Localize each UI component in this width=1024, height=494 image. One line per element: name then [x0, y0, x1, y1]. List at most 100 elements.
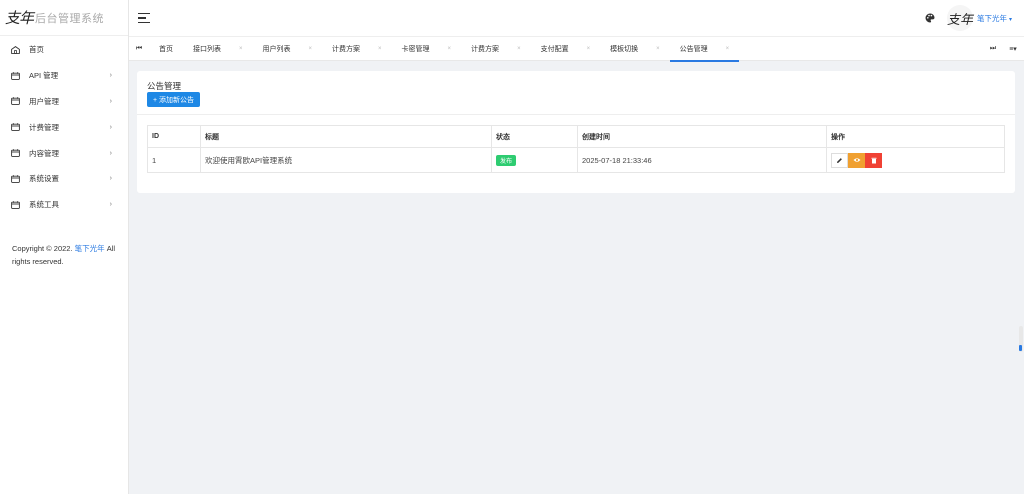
sidebar-item-label: 系统设置	[29, 174, 59, 184]
sidebar-item-1[interactable]: API 管理 ›	[0, 63, 128, 89]
sidebar-item-label: 计费管理	[29, 122, 59, 132]
cell-status: 发布	[491, 147, 578, 173]
close-icon[interactable]: ×	[239, 46, 243, 52]
chevron-right-icon: ›	[109, 175, 112, 183]
add-notice-button[interactable]: + 添加新公告	[147, 92, 201, 107]
sidebar-item-4[interactable]: 内容管理 ›	[0, 140, 128, 166]
page-title: 公告管理	[147, 81, 182, 91]
tab-label: 计费方案	[332, 45, 361, 53]
tab-label: 计费方案	[471, 45, 500, 53]
close-icon[interactable]: ×	[726, 46, 730, 52]
close-icon[interactable]: ×	[517, 46, 521, 52]
tab-1[interactable]: 接口列表 ×	[183, 37, 253, 61]
close-icon[interactable]: ×	[448, 46, 452, 52]
tab-4[interactable]: 卡密管理 ×	[392, 37, 462, 61]
tab-label: 用户列表	[262, 45, 291, 53]
app-title: 后台管理系统	[35, 12, 105, 25]
sidebar-item-label: 首页	[29, 45, 44, 55]
close-icon[interactable]: ×	[587, 46, 591, 52]
scrollbar-thumb[interactable]	[1019, 345, 1022, 351]
sidebar-item-5[interactable]: 系统设置 ›	[0, 166, 128, 192]
tabs: 首页 接口列表 × 用户列表 × 计费方案 × 卡密管理 × 计费方案 × 支付配置 × 模板切换 × 公告管…	[149, 37, 740, 62]
sidebar-item-2[interactable]: 用户管理 ›	[0, 89, 128, 115]
pencil-icon	[837, 157, 842, 163]
tabs-next-icon[interactable]: ⏭	[984, 37, 1002, 61]
tab-label: 模板切换	[610, 45, 639, 53]
copyright-prefix: Copyright © 2022.	[12, 244, 73, 253]
tab-label: 支付配置	[540, 45, 569, 53]
tab-2[interactable]: 用户列表 ×	[253, 37, 323, 61]
status-badge: 发布	[496, 154, 517, 166]
top-header: 支年 笔下光年 ▾	[129, 0, 1024, 36]
tab-label: 卡密管理	[401, 45, 430, 53]
col-status: 状态	[491, 125, 578, 148]
notice-table: ID 标题 状态 创建时间 操作 1 欢迎使用霄欧API管理系统 发布 2025…	[147, 125, 1005, 173]
table-header-row: ID 标题 状态 创建时间 操作	[147, 125, 1005, 148]
view-button[interactable]	[848, 152, 865, 168]
sidebar-item-6[interactable]: 系统工具 ›	[0, 192, 128, 218]
sidebar: 支年 后台管理系统 首页 API 管理 › 用户管理 › 计费管理 › 内容管理 › 系统设置 › 系…	[0, 0, 129, 494]
tab-7[interactable]: 模板切换 ×	[600, 37, 670, 61]
calendar-icon	[11, 123, 20, 132]
sidebar-item-label: 内容管理	[29, 148, 59, 158]
calendar-icon	[11, 97, 20, 106]
col-actions: 操作	[826, 125, 1005, 148]
calendar-icon	[11, 71, 20, 80]
cell-title: 欢迎使用霄欧API管理系统	[200, 147, 492, 173]
sidebar-item-label: 系统工具	[29, 200, 59, 210]
sidebar-item-label: 用户管理	[29, 96, 59, 106]
tab-6[interactable]: 支付配置 ×	[531, 37, 601, 61]
close-icon[interactable]: ×	[309, 46, 313, 52]
logo-mark: 支年	[5, 9, 34, 27]
sidebar-item-label: API 管理	[29, 71, 59, 81]
sidebar-item-0[interactable]: 首页	[0, 37, 128, 63]
chevron-right-icon: ›	[109, 72, 112, 80]
tab-label: 接口列表	[193, 45, 221, 53]
tabs-bar: ⏮ 首页 接口列表 × 用户列表 × 计费方案 × 卡密管理 × 计费方案 × 支付配置 × 模板切换 × 公…	[129, 36, 1024, 62]
copyright-link[interactable]: 笔下光年	[75, 244, 105, 253]
sidebar-menu: 首页 API 管理 › 用户管理 › 计费管理 › 内容管理 › 系统设置 › 系统工具 ›	[0, 37, 128, 218]
col-title: 标题	[200, 125, 492, 148]
tab-0[interactable]: 首页	[149, 37, 183, 61]
calendar-icon	[11, 149, 20, 157]
chevron-right-icon: ›	[109, 201, 112, 209]
avatar[interactable]: 支年	[946, 5, 973, 31]
chevron-right-icon: ›	[109, 97, 112, 105]
sidebar-item-3[interactable]: 计费管理 ›	[0, 114, 128, 140]
cell-created: 2025-07-18 21:33:46	[577, 147, 827, 173]
caret-down-icon: ▾	[1008, 16, 1012, 23]
user-menu[interactable]: 笔下光年 ▾	[977, 13, 1012, 24]
chevron-right-icon: ›	[109, 123, 112, 131]
username: 笔下光年	[976, 13, 1007, 23]
calendar-icon	[11, 200, 20, 209]
edit-button[interactable]	[831, 152, 848, 168]
calendar-icon	[11, 175, 20, 183]
copyright: Copyright © 2022. 笔下光年 All rights reserv…	[12, 242, 122, 268]
close-icon[interactable]: ×	[656, 46, 660, 52]
table-row: 1 欢迎使用霄欧API管理系统 发布 2025-07-18 21:33:46	[147, 147, 1005, 173]
eye-icon	[853, 158, 860, 162]
header-right: 支年 笔下光年 ▾	[925, 0, 1012, 36]
content-card: 公告管理 + 添加新公告 ID 标题 状态 创建时间 操作 1 欢迎使用霄欧AP…	[137, 71, 1015, 193]
tab-label: 公告管理	[679, 45, 708, 53]
col-id: ID	[147, 125, 201, 148]
delete-button[interactable]	[865, 152, 882, 168]
chevron-right-icon: ›	[109, 149, 112, 157]
tabs-menu-icon[interactable]: ≡▾	[1002, 37, 1024, 61]
close-icon[interactable]: ×	[378, 46, 382, 52]
trash-icon	[871, 157, 876, 163]
cell-actions	[826, 147, 1005, 173]
tabs-prev-icon[interactable]: ⏮	[129, 37, 149, 61]
tab-5[interactable]: 计费方案 ×	[461, 37, 531, 61]
row-actions	[831, 152, 1000, 168]
palette-icon[interactable]	[925, 13, 935, 23]
tab-8[interactable]: 公告管理 ×	[669, 37, 740, 62]
menu-toggle-icon[interactable]	[138, 13, 150, 23]
tab-label: 首页	[159, 45, 173, 53]
divider	[137, 114, 1015, 115]
col-created: 创建时间	[577, 125, 827, 148]
tabs-right-controls: ⏭ ≡▾	[984, 37, 1024, 61]
tab-3[interactable]: 计费方案 ×	[322, 37, 392, 61]
home-icon	[11, 45, 20, 54]
logo[interactable]: 支年 后台管理系统	[0, 0, 128, 36]
